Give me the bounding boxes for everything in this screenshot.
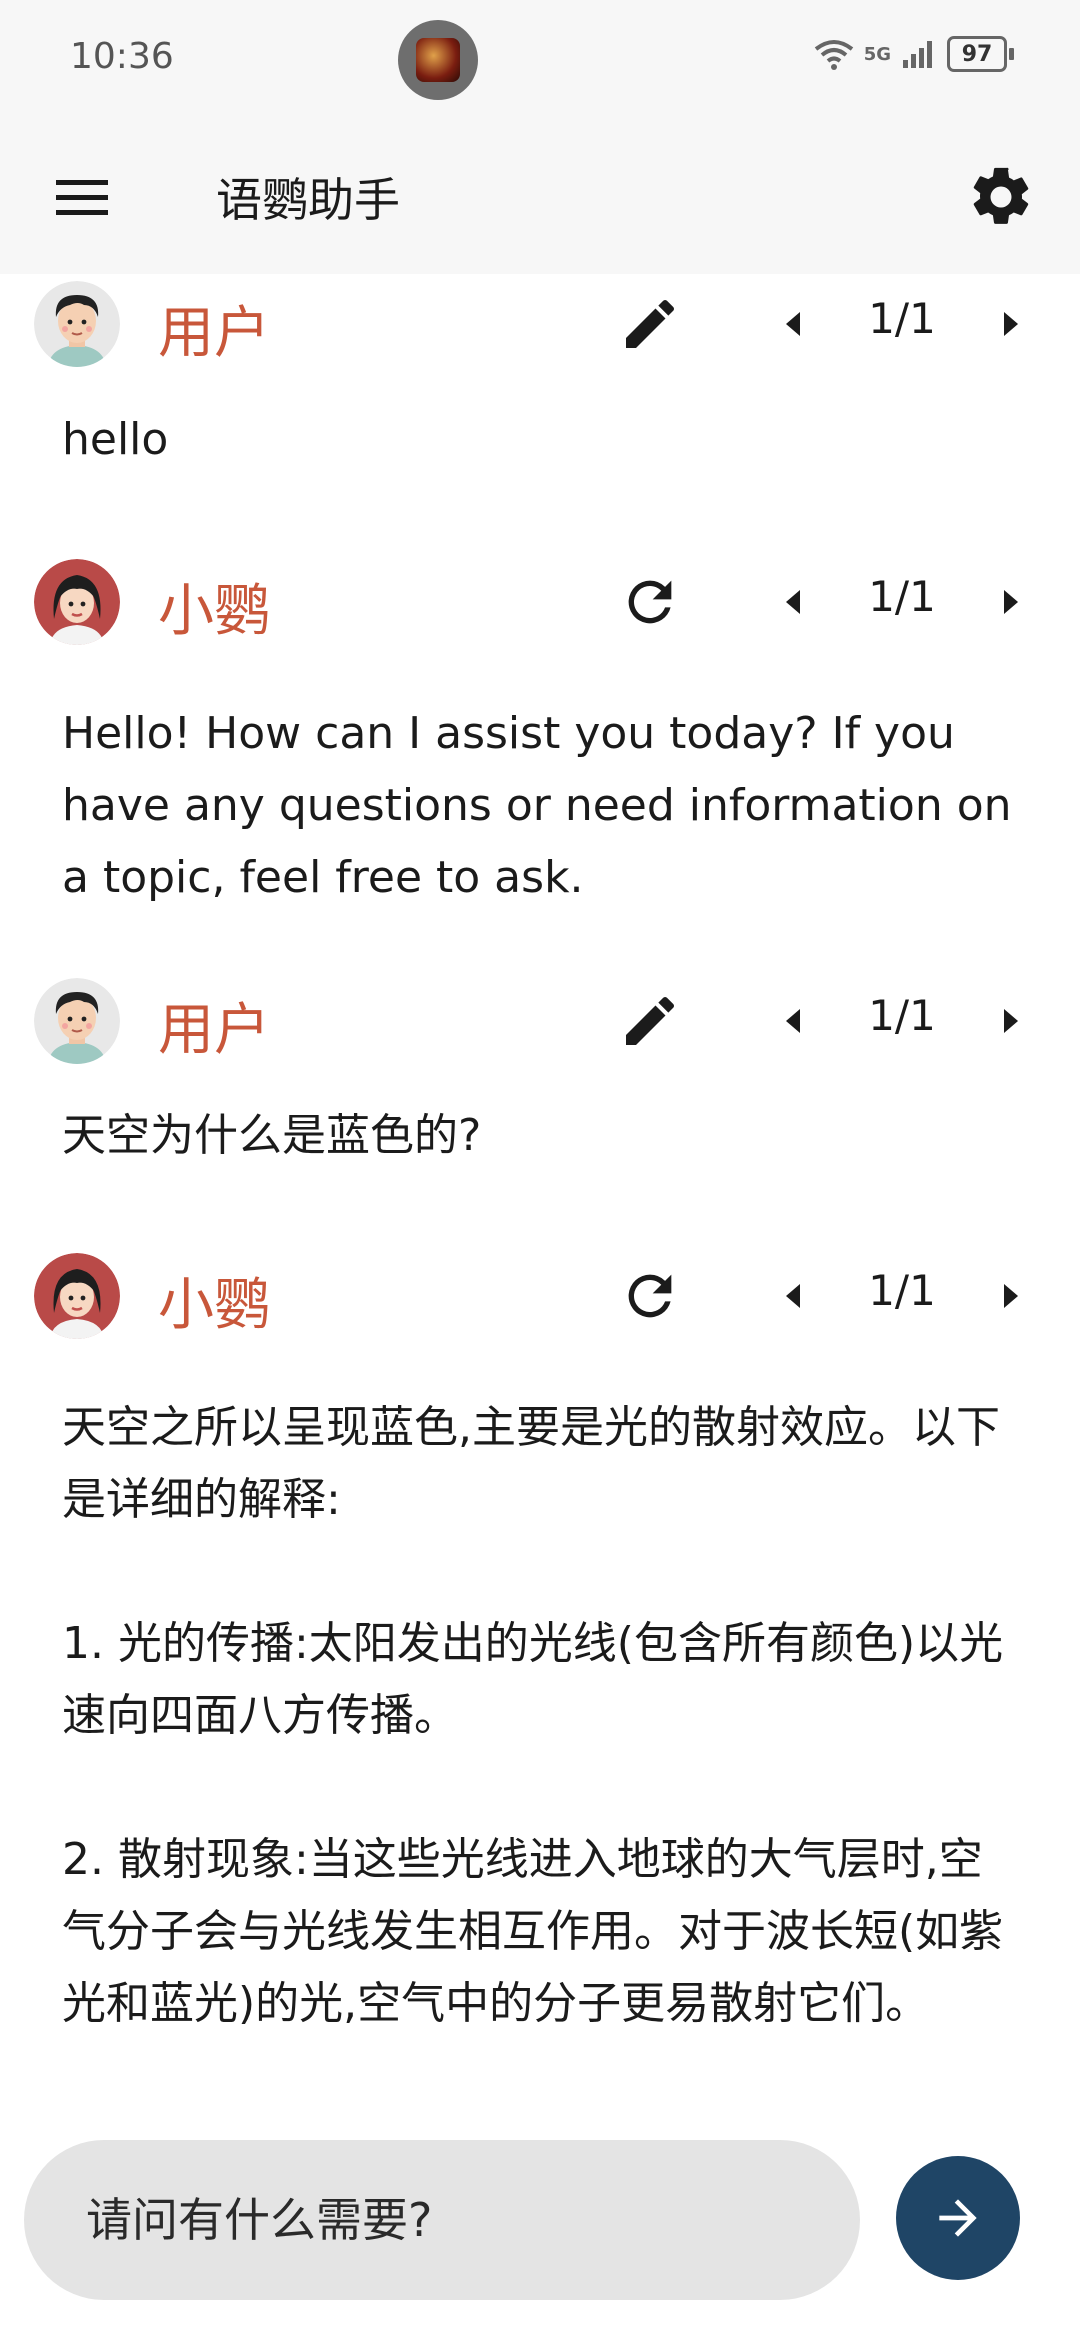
caret-left-icon <box>786 312 800 336</box>
message-header: 用户 1/1 <box>0 274 1080 374</box>
regenerate-button[interactable] <box>618 1264 682 1328</box>
version-counter: 1/1 <box>868 1266 936 1315</box>
edit-button[interactable] <box>618 292 682 356</box>
status-time: 10:36 <box>70 36 174 77</box>
app-title: 语鹦助手 <box>216 173 400 227</box>
status-bar: 10:36 5G 97 <box>0 0 1080 120</box>
message-text: 天空为什么是蓝色的? <box>62 1110 482 1161</box>
message-input[interactable] <box>24 2140 860 2300</box>
gear-icon <box>973 167 1029 224</box>
status-icons: 5G 97 <box>814 36 1014 72</box>
message-header: 小鹦 1/1 <box>0 552 1080 652</box>
caret-left-icon <box>786 590 800 614</box>
caret-right-icon <box>1004 1284 1018 1308</box>
message-text: hello <box>62 414 169 465</box>
network-type-label: 5G <box>863 43 891 65</box>
refresh-icon <box>628 580 672 624</box>
chat-list[interactable]: 用户 1/1 hello 小鹦 1/1 Hello! How can I ass… <box>0 274 1080 2120</box>
prev-version-button[interactable] <box>776 306 812 342</box>
signal-icon <box>903 41 932 68</box>
menu-button[interactable] <box>52 170 112 224</box>
arrow-right-icon <box>939 2199 977 2237</box>
next-version-button[interactable] <box>992 1003 1028 1039</box>
prev-version-button[interactable] <box>776 1278 812 1314</box>
prev-version-button[interactable] <box>776 584 812 620</box>
next-version-button[interactable] <box>992 584 1028 620</box>
refresh-icon <box>628 1274 672 1318</box>
user-avatar <box>34 281 120 367</box>
edit-icon <box>626 299 675 348</box>
message-header: 用户 1/1 <box>0 971 1080 1071</box>
app-thumbnail-icon <box>398 20 478 100</box>
next-version-button[interactable] <box>992 1278 1028 1314</box>
assistant-avatar <box>34 559 120 645</box>
caret-right-icon <box>1004 590 1018 614</box>
role-name: 小鹦 <box>158 1273 270 1338</box>
wifi-icon <box>814 40 853 70</box>
next-version-button[interactable] <box>992 306 1028 342</box>
version-counter: 1/1 <box>868 572 936 621</box>
regenerate-button[interactable] <box>618 570 682 634</box>
caret-left-icon <box>786 1009 800 1033</box>
input-bar <box>0 2120 1080 2340</box>
caret-right-icon <box>1004 1009 1018 1033</box>
send-button[interactable] <box>896 2156 1020 2280</box>
edit-icon <box>626 996 675 1045</box>
message-text: 天空之所以呈现蓝色,主要是光的散射效应。以下是详细的解释: 1. 光的传播:太阳… <box>62 1402 1004 2029</box>
hamburger-menu-icon <box>56 180 108 215</box>
assistant-avatar <box>34 1253 120 1339</box>
app-bar: 语鹦助手 <box>0 120 1080 274</box>
user-avatar <box>34 978 120 1064</box>
role-name: 小鹦 <box>158 579 270 644</box>
version-counter: 1/1 <box>868 991 936 1040</box>
role-name: 用户 <box>158 301 270 366</box>
settings-button[interactable] <box>966 162 1036 232</box>
edit-button[interactable] <box>618 989 682 1053</box>
caret-right-icon <box>1004 312 1018 336</box>
message-header: 小鹦 1/1 <box>0 1246 1080 1346</box>
message-text: Hello! How can I assist you today? If yo… <box>62 708 1026 903</box>
battery-level: 97 <box>961 41 993 67</box>
battery-icon: 97 <box>947 36 1014 72</box>
version-counter: 1/1 <box>868 294 936 343</box>
caret-left-icon <box>786 1284 800 1308</box>
role-name: 用户 <box>158 998 270 1063</box>
prev-version-button[interactable] <box>776 1003 812 1039</box>
